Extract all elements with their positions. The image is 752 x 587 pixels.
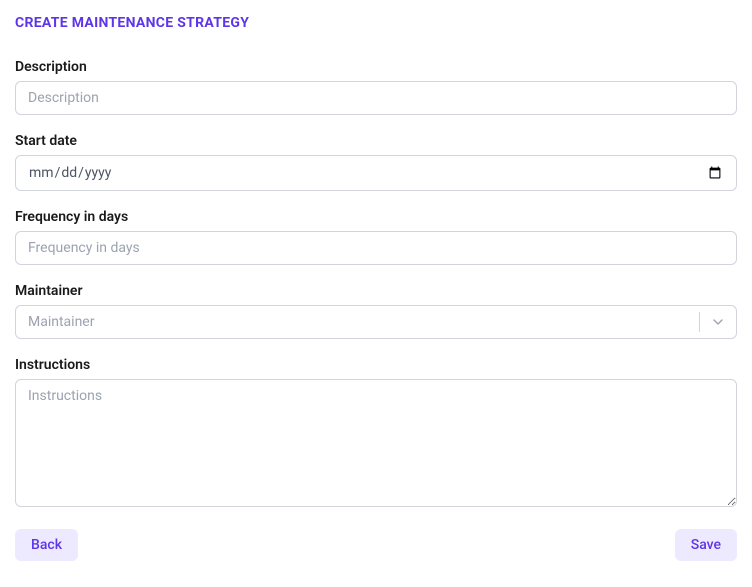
frequency-group: Frequency in days [15, 209, 737, 265]
save-button[interactable]: Save [675, 529, 737, 561]
maintainer-group: Maintainer Maintainer [15, 283, 737, 339]
start-date-group: Start date [15, 133, 737, 191]
back-button[interactable]: Back [15, 529, 78, 561]
instructions-label: Instructions [15, 357, 737, 373]
description-input[interactable] [15, 81, 737, 115]
maintainer-select[interactable]: Maintainer [15, 305, 737, 339]
start-date-input[interactable] [15, 155, 737, 191]
maintainer-placeholder: Maintainer [16, 306, 699, 338]
instructions-group: Instructions [15, 357, 737, 511]
frequency-input[interactable] [15, 231, 737, 265]
page-title: CREATE MAINTENANCE STRATEGY [15, 15, 737, 31]
description-label: Description [15, 59, 737, 75]
instructions-textarea[interactable] [15, 379, 737, 507]
date-input-wrapper [15, 155, 737, 191]
frequency-label: Frequency in days [15, 209, 737, 225]
chevron-down-icon [700, 306, 736, 338]
button-row: Back Save [15, 529, 737, 561]
maintainer-label: Maintainer [15, 283, 737, 299]
start-date-label: Start date [15, 133, 737, 149]
description-group: Description [15, 59, 737, 115]
